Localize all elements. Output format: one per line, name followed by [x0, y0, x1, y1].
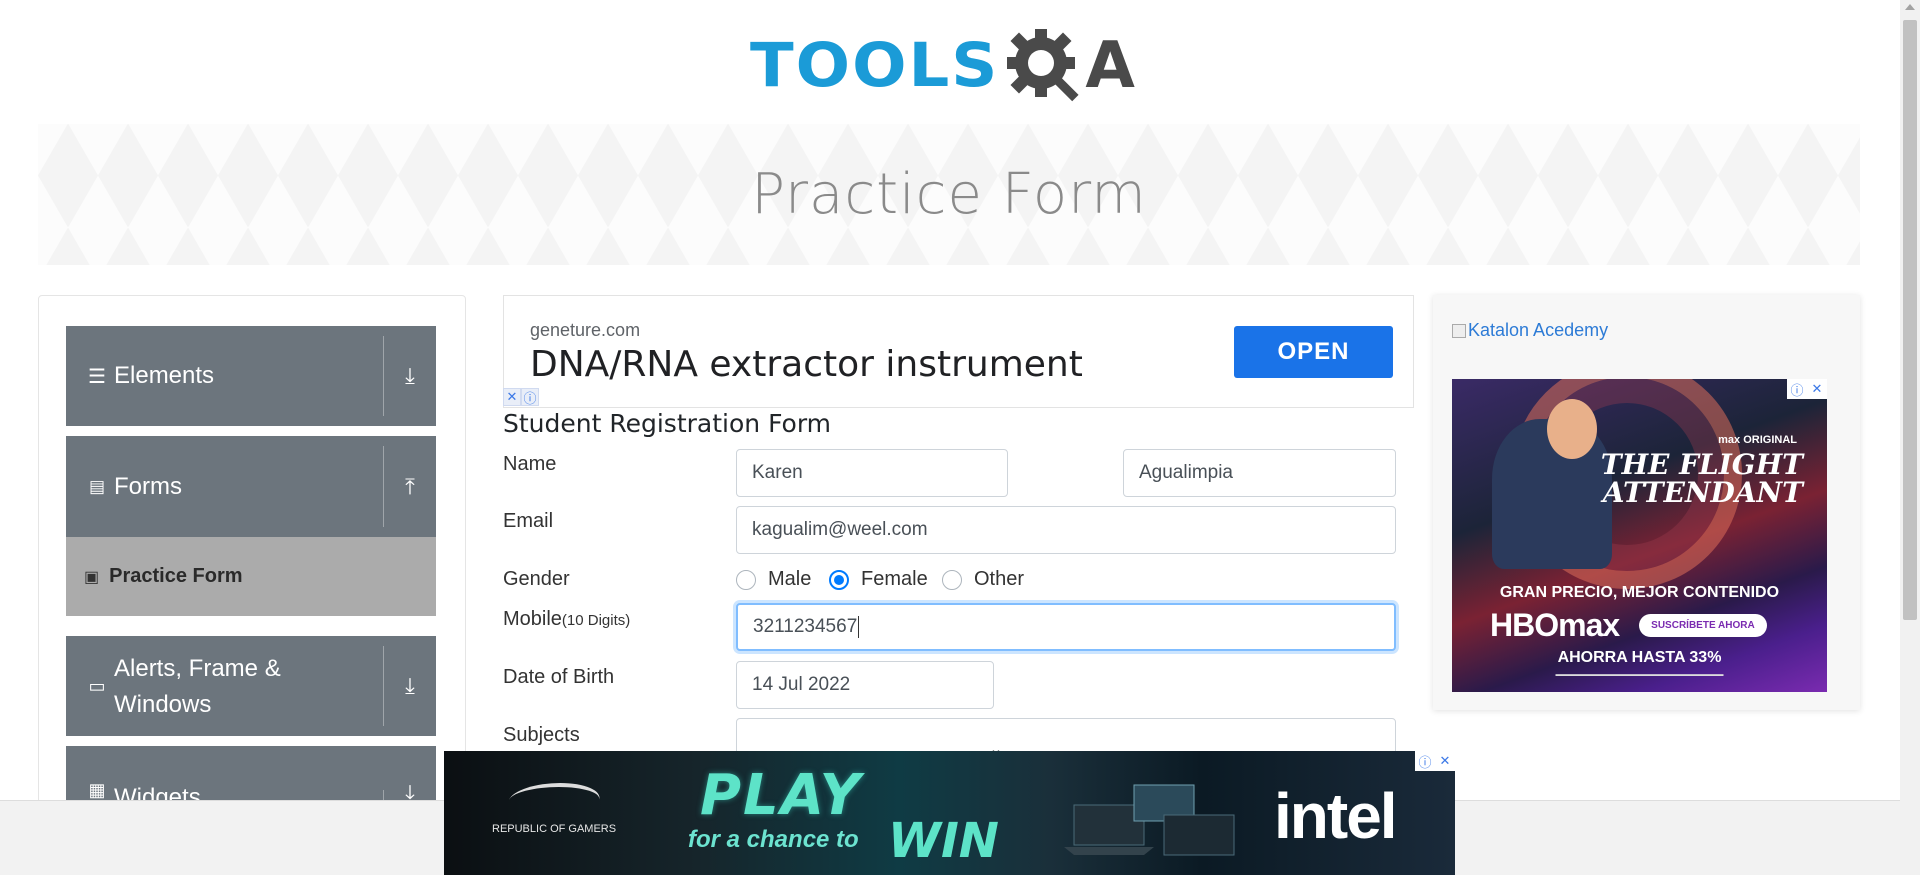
text-cursor [858, 616, 860, 638]
date-of-birth-input[interactable]: 14 Jul 2022 [736, 661, 994, 709]
sidebar-item-label: Practice Form [109, 565, 243, 587]
laptops-image [1064, 784, 1235, 856]
radio-label[interactable]: Male [768, 568, 811, 591]
dob-label: Date of Birth [503, 666, 615, 688]
mobile-value: 3211234567 [753, 616, 858, 637]
ad-choices[interactable]: ⓘ ✕ [1415, 751, 1455, 771]
ad-domain: geneture.com [530, 320, 641, 340]
gender-radio-male[interactable]: Male [736, 568, 811, 591]
mobile-input[interactable]: 3211234567 [736, 603, 1396, 651]
close-icon[interactable]: ✕ [1435, 751, 1455, 771]
sidebar-item-practice-form[interactable]: ▣ Practice Form [66, 537, 436, 616]
ad-choices[interactable]: ⓘ ✕ [1787, 379, 1827, 399]
hbo-max-ad[interactable]: max ORIGINAL THE FLIGHT ATTENDANT GRAN P… [1452, 379, 1827, 692]
window-icon: ▭ [88, 675, 106, 696]
scrollbar-thumb[interactable] [1903, 20, 1917, 620]
logo-text: TOOLS [750, 30, 1000, 102]
ad-open-button[interactable]: OPEN [1234, 326, 1393, 378]
subjects-label: Subjects [503, 724, 580, 746]
sidebar-group-alerts[interactable]: ▭ Alerts, Frame & Windows ⤓ [66, 636, 436, 736]
subscribe-button[interactable]: SUSCRÍBETE AHORA [1639, 614, 1767, 637]
logo-suffix: A [1085, 29, 1135, 103]
sidebar-group-label: Forms [114, 472, 182, 500]
page-title: Practice Form [751, 162, 1147, 227]
gender-label: Gender [503, 568, 570, 590]
name-label: Name [503, 453, 557, 475]
page-banner: Practice Form [38, 124, 1860, 265]
email-input[interactable]: kagualim@weel.com [736, 506, 1396, 554]
intel-logo: intel [1274, 780, 1398, 852]
download-arrow-icon[interactable]: ⤓ [384, 363, 436, 389]
radio-button[interactable] [736, 569, 756, 590]
sidebar: ☰ Elements ⤓ ▤ Forms ⤒ ▣ Practice Form ▭… [38, 295, 466, 875]
ad-headline: PLAY [700, 763, 863, 828]
show-title: THE FLIGHT ATTENDANT [1600, 448, 1803, 509]
sidebar-group-forms[interactable]: ▤ Forms ⤒ [66, 436, 436, 537]
close-icon[interactable]: ✕ [1807, 379, 1827, 399]
scroll-up-icon[interactable] [1905, 4, 1915, 10]
email-label: Email [503, 510, 554, 532]
image-alt-text: Katalon Acedemy [1468, 320, 1609, 340]
right-advertisement: Katalon Acedemy max ORIGINAL THE FLIGHT … [1433, 295, 1860, 710]
last-name-input[interactable]: Agualimpia [1123, 449, 1396, 497]
bottom-advertisement[interactable]: REPUBLIC OF GAMERS PLAY for a chance to … [444, 751, 1455, 875]
toolsqa-logo[interactable]: TOOLS A [750, 18, 1160, 114]
radio-button[interactable] [942, 569, 962, 590]
gender-radio-other[interactable]: Other [942, 568, 1024, 591]
ad-headline[interactable]: DNA/RNA extractor instrument [530, 344, 1083, 385]
form-icon: ▣ [84, 568, 100, 586]
ad-win-text: WIN [888, 813, 999, 869]
radio-button-selected[interactable] [829, 569, 849, 590]
radio-label[interactable]: Female [861, 568, 928, 591]
top-advertisement[interactable]: geneture.com DNA/RNA extractor instrumen… [503, 295, 1414, 408]
savings-text: AHORRA HASTA 33% [1557, 649, 1722, 666]
gear-magnifier-icon [1007, 29, 1079, 102]
max-original-label: max ORIGINAL [1718, 434, 1797, 446]
download-arrow-icon[interactable]: ⤓ [384, 673, 436, 699]
mobile-label: Mobile(10 Digits) [503, 608, 630, 631]
fine-print: ▬▬▬▬▬▬▬▬▬▬▬▬▬▬▬▬▬▬▬▬▬▬▬▬▬▬▬▬ [1555, 672, 1724, 678]
first-name-input[interactable]: Karen [736, 449, 1008, 497]
sidebar-group-elements[interactable]: ☰ Elements ⤓ [66, 326, 436, 426]
scrollbar[interactable] [1900, 0, 1920, 875]
sidebar-group-label: Alerts, Frame & Windows [114, 655, 281, 718]
info-icon[interactable]: ⓘ [1415, 751, 1435, 771]
hamburger-icon: ☰ [88, 365, 106, 388]
document-icon: ▤ [88, 476, 106, 496]
brand-row: HBOmax SUSCRÍBETE AHORA [1490, 607, 1767, 644]
gender-radio-female[interactable]: Female [829, 568, 928, 591]
radio-label[interactable]: Other [974, 568, 1024, 591]
promo-text: GRAN PRECIO, MEJOR CONTENIDO [1499, 584, 1780, 601]
ad-artwork-face [1547, 399, 1597, 459]
upload-arrow-icon[interactable]: ⤒ [384, 474, 436, 500]
rog-text: REPUBLIC OF GAMERS [492, 823, 617, 835]
rog-logo: REPUBLIC OF GAMERS [492, 783, 616, 836]
broken-image-icon [1452, 324, 1466, 338]
widgets-icon: ▦ [88, 780, 106, 800]
katalon-academy-link[interactable]: Katalon Acedemy [1452, 320, 1608, 341]
mobile-hint: (10 Digits) [561, 612, 631, 629]
info-icon[interactable]: ⓘ [521, 388, 539, 406]
rog-eye-icon [502, 783, 606, 817]
info-icon[interactable]: ⓘ [1787, 379, 1807, 399]
close-icon[interactable]: ✕ [503, 388, 521, 406]
mobile-label-text: Mobile [503, 608, 562, 630]
sidebar-group-label: Elements [114, 362, 215, 389]
form-title: Student Registration Form [503, 409, 832, 438]
hbomax-logo: HBOmax [1490, 607, 1620, 643]
ad-subtext: for a chance to [688, 826, 859, 853]
ad-choices[interactable]: ✕ ⓘ [503, 388, 539, 406]
